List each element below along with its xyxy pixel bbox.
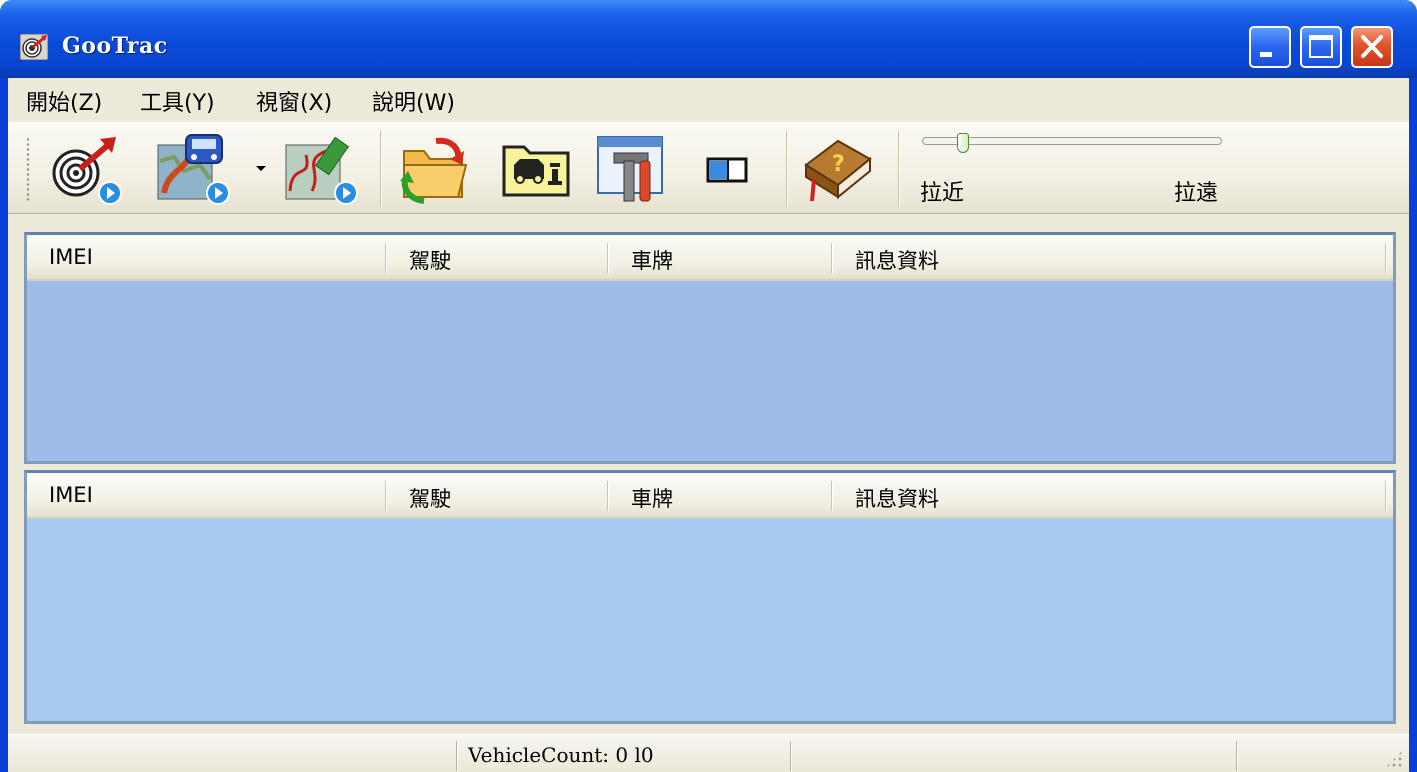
minimize-icon: [1260, 52, 1272, 57]
route-edit-button[interactable]: [282, 131, 358, 207]
folder-refresh-icon: [400, 137, 468, 204]
target-tracking-button[interactable]: [46, 131, 122, 207]
vehicle-route-icon: [157, 134, 230, 205]
client-area: 開始(Z) 工具(Y) 視窗(X) 說明(W) ? 拉近 拉遠 IMEI 駕駛 …: [8, 78, 1409, 772]
column-driver[interactable]: 駕駛: [409, 245, 451, 275]
column-divider[interactable]: [607, 243, 609, 273]
status-divider: [1236, 741, 1238, 771]
menu-window[interactable]: 視窗(X): [256, 85, 332, 117]
title-bar[interactable]: GooTrac: [0, 0, 1417, 78]
column-message[interactable]: 訊息資料: [855, 483, 939, 513]
menu-start[interactable]: 開始(Z): [26, 85, 102, 117]
close-icon: [1361, 35, 1383, 58]
bottom-list-body[interactable]: [27, 519, 1393, 721]
split-view-icon: [706, 157, 748, 183]
chevron-down-icon[interactable]: [256, 166, 266, 171]
toolbar-separator: [898, 131, 900, 207]
resize-grip-icon[interactable]: [1385, 750, 1403, 768]
status-divider: [790, 741, 792, 771]
bottom-vehicle-list[interactable]: IMEI 駕駛 車牌 訊息資料: [24, 470, 1396, 724]
column-divider[interactable]: [385, 243, 387, 273]
route-edit-icon: [285, 136, 358, 205]
maximize-button[interactable]: [1300, 26, 1342, 68]
column-divider[interactable]: [831, 481, 833, 511]
settings-tools-icon: [597, 136, 663, 202]
menu-tools[interactable]: 工具(Y): [140, 85, 215, 117]
column-divider[interactable]: [831, 243, 833, 273]
split-view-button[interactable]: [690, 131, 766, 207]
app-window: GooTrac 開始(Z) 工具(Y) 視窗(X) 說明(W) ? 拉近 拉遠 …: [0, 0, 1417, 772]
vehicle-count: VehicleCount: 0 l0: [468, 743, 654, 767]
app-logo-icon[interactable]: [19, 33, 49, 61]
column-divider[interactable]: [1385, 481, 1387, 511]
column-imei[interactable]: IMEI: [49, 483, 93, 507]
close-button[interactable]: [1351, 26, 1393, 68]
toolbar-grip[interactable]: [26, 137, 30, 203]
settings-tools-button[interactable]: [594, 131, 670, 207]
toolbar: ? 拉近 拉遠: [8, 122, 1409, 214]
column-imei[interactable]: IMEI: [49, 245, 93, 269]
vehicle-folder-button[interactable]: [498, 131, 574, 207]
column-plate[interactable]: 車牌: [631, 483, 673, 513]
top-vehicle-list[interactable]: IMEI 駕駛 車牌 訊息資料: [24, 232, 1396, 464]
status-bar: VehicleCount: 0 l0: [8, 734, 1409, 772]
toolbar-separator: [786, 131, 788, 207]
column-divider[interactable]: [607, 481, 609, 511]
column-divider[interactable]: [1385, 243, 1387, 273]
toolbar-separator: [380, 131, 382, 207]
column-message[interactable]: 訊息資料: [855, 245, 939, 275]
help-book-icon: ?: [804, 139, 872, 202]
bottom-list-header: IMEI 駕駛 車牌 訊息資料: [27, 473, 1393, 519]
maximize-icon: [1309, 35, 1333, 58]
menu-bar: 開始(Z) 工具(Y) 視窗(X) 說明(W): [8, 78, 1409, 120]
zoom-slider-thumb[interactable]: [956, 133, 969, 153]
column-divider[interactable]: [385, 481, 387, 511]
column-driver[interactable]: 駕駛: [409, 483, 451, 513]
top-list-body[interactable]: [27, 281, 1393, 461]
help-book-button[interactable]: ?: [800, 131, 876, 207]
top-list-header: IMEI 駕駛 車牌 訊息資料: [27, 235, 1393, 281]
vehicle-folder-icon: [502, 145, 570, 197]
folder-refresh-button[interactable]: [396, 131, 472, 207]
column-plate[interactable]: 車牌: [631, 245, 673, 275]
svg-text:?: ?: [832, 152, 845, 177]
status-divider: [456, 741, 458, 771]
minimize-button[interactable]: [1249, 26, 1291, 68]
window-title: GooTrac: [62, 33, 168, 59]
vehicle-route-button[interactable]: [154, 131, 230, 207]
zoom-in-label: 拉近: [920, 181, 965, 206]
zoom-out-label: 拉遠: [1174, 181, 1219, 206]
target-tracking-icon: [52, 137, 122, 205]
menu-help[interactable]: 說明(W): [372, 85, 455, 117]
